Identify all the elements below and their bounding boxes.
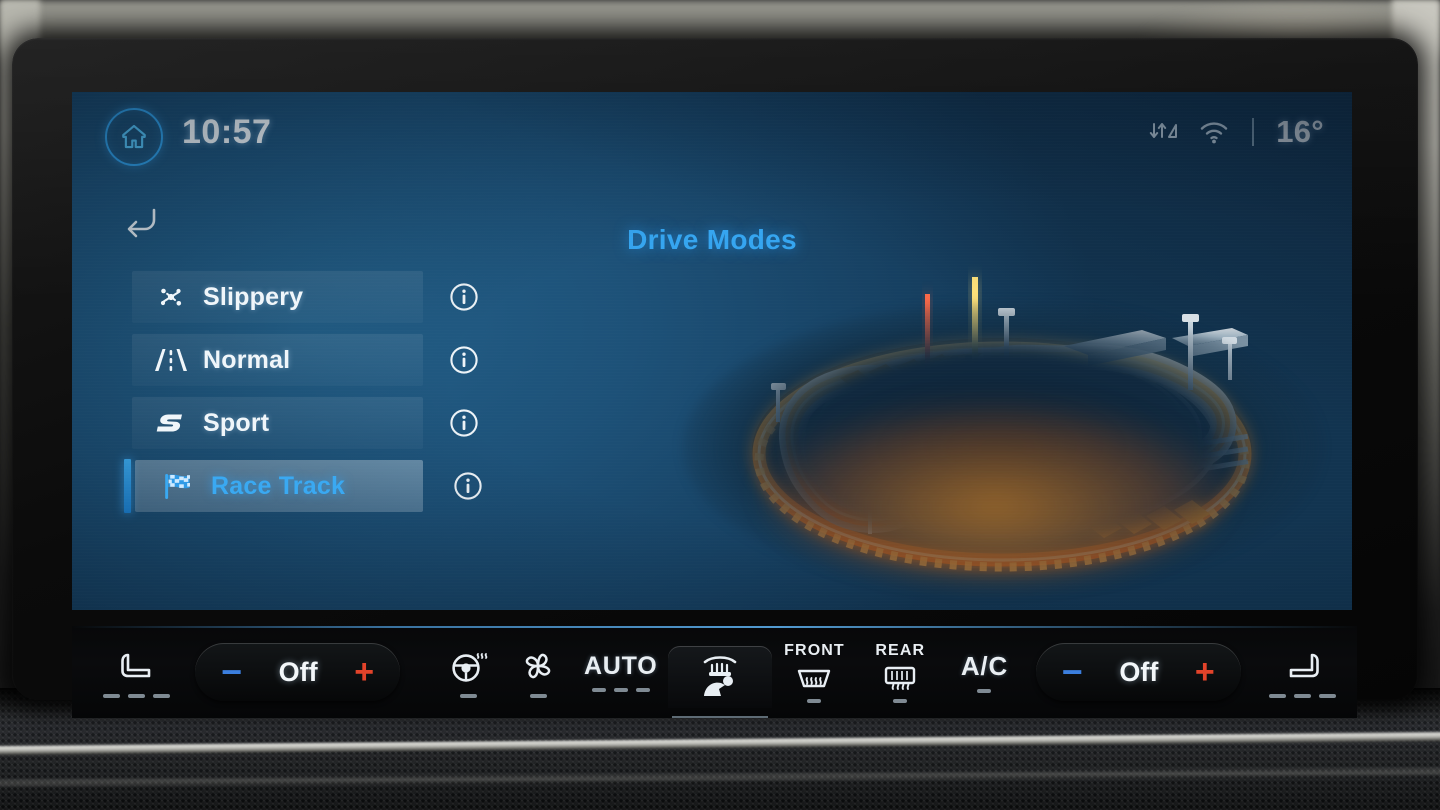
level-dash	[807, 698, 822, 703]
background-glare	[1140, 0, 1400, 40]
drive-mode-item-race-track[interactable]: Race Track	[123, 459, 483, 513]
steering-heat-level-indicators	[459, 693, 477, 698]
level-dash	[1269, 693, 1287, 698]
ac-button[interactable]: A/C	[943, 626, 1026, 718]
driver-temp-increase-button[interactable]: +	[354, 655, 374, 689]
info-icon	[450, 346, 478, 374]
drive-mode-item-sport[interactable]: Sport	[123, 397, 483, 449]
drive-mode-item-normal[interactable]: Normal	[123, 334, 483, 386]
drive-mode-list: Slippery Normal Sport Race Track	[123, 271, 483, 523]
level-dash	[459, 693, 477, 698]
dashboard-scene: 10:57 16° Drive Modes Slippery Normal Sp…	[0, 0, 1440, 810]
info-button-normal[interactable]	[449, 345, 479, 375]
level-dash	[1319, 693, 1337, 698]
status-separator	[1252, 118, 1255, 146]
passenger-temperature-control[interactable]: − Off +	[1035, 626, 1241, 718]
track-glow	[760, 402, 1230, 577]
display-bezel: 10:57 16° Drive Modes Slippery Normal Sp…	[12, 38, 1418, 718]
rear-defrost-caption: REAR	[875, 641, 926, 659]
passenger-temp-decrease-button[interactable]: −	[1062, 654, 1083, 690]
rear-defrost-icon	[885, 666, 916, 690]
heated-seat-right-icon	[1289, 653, 1319, 677]
info-button-race-track[interactable]	[453, 471, 483, 501]
ac-level-indicators	[977, 689, 992, 693]
home-button[interactable]	[105, 108, 163, 166]
driver-temp-decrease-button[interactable]: −	[221, 654, 242, 690]
info-button-sport[interactable]	[449, 408, 479, 438]
ac-label: A/C	[960, 651, 1009, 681]
driver-temp-value: Off	[278, 656, 318, 687]
driver-heated-seat-button[interactable]	[100, 626, 173, 718]
level-dash	[977, 689, 992, 693]
level-dash	[591, 688, 606, 692]
front-defrost-caption: FRONT	[784, 641, 845, 659]
status-icons-group: 16°	[1148, 114, 1324, 150]
drive-mode-label: Normal	[203, 345, 291, 374]
drive-mode-label: Sport	[203, 408, 270, 437]
info-button-slippery[interactable]	[449, 282, 479, 312]
auto-climate-button[interactable]: AUTO	[574, 626, 668, 718]
data-transfer-signal-icon[interactable]	[1148, 117, 1180, 147]
drive-mode-item-slippery[interactable]: Slippery	[123, 271, 483, 323]
road-lane-icon	[151, 346, 191, 374]
level-dash	[893, 698, 908, 703]
infotainment-screen[interactable]: 10:57 16° Drive Modes Slippery Normal Sp…	[72, 92, 1352, 610]
info-icon	[450, 409, 478, 437]
passenger-temp-pill[interactable]: − Off +	[1035, 643, 1241, 701]
heated-steering-wheel-button[interactable]	[434, 626, 502, 718]
checkered-flag-icon	[159, 471, 199, 501]
selection-accent-bar	[124, 459, 131, 513]
front-defrost-icon	[798, 669, 831, 687]
sport-s-icon	[151, 409, 191, 437]
airflow-pill[interactable]	[667, 646, 772, 708]
fan-speed-button[interactable]	[502, 626, 573, 718]
level-dash	[613, 688, 628, 692]
snowflake-icon	[151, 282, 191, 312]
level-dash	[635, 688, 650, 692]
climate-control-bar: − Off + AUTO FRONT REAR A/C − Off +	[72, 626, 1357, 718]
passenger-temp-value: Off	[1119, 656, 1159, 687]
front-defrost-level-indicators	[807, 698, 822, 703]
race-track-3d-graphic	[672, 242, 1332, 610]
passenger-heated-seat-button[interactable]	[1265, 626, 1341, 718]
drive-mode-label: Slippery	[203, 282, 304, 311]
rear-defrost-level-indicators	[893, 698, 908, 703]
seat-heat-level-indicators	[103, 693, 171, 698]
auto-label: AUTO	[583, 652, 658, 680]
fan-level-indicators	[529, 693, 547, 698]
airflow-person-icon	[703, 656, 736, 696]
level-dash	[153, 693, 171, 698]
front-defrost-button[interactable]: FRONT	[772, 626, 858, 718]
level-dash	[128, 693, 146, 698]
heated-seat-left-icon	[120, 653, 150, 677]
driver-temperature-control[interactable]: − Off +	[195, 626, 401, 718]
level-dash	[103, 693, 121, 698]
status-bar: 10:57 16°	[72, 92, 1352, 170]
airflow-direction-button[interactable]	[667, 626, 772, 718]
clock: 10:57	[182, 113, 272, 151]
rear-defrost-button[interactable]: REAR	[857, 626, 943, 718]
driver-temp-pill[interactable]: − Off +	[195, 643, 401, 701]
heated-steering-wheel-icon	[452, 652, 488, 682]
wifi-icon[interactable]	[1198, 119, 1230, 145]
passenger-seat-heat-level-indicators	[1269, 693, 1337, 698]
outside-temperature: 16°	[1276, 114, 1324, 149]
auto-level-indicators	[591, 688, 650, 692]
fan-icon	[525, 653, 551, 678]
airflow-underline	[671, 716, 768, 718]
info-icon	[450, 283, 478, 311]
level-dash	[1294, 693, 1312, 698]
passenger-temp-increase-button[interactable]: +	[1195, 655, 1215, 689]
info-icon	[454, 472, 482, 500]
home-icon	[122, 124, 146, 149]
drive-mode-label: Race Track	[211, 471, 346, 500]
level-dash	[529, 693, 547, 698]
